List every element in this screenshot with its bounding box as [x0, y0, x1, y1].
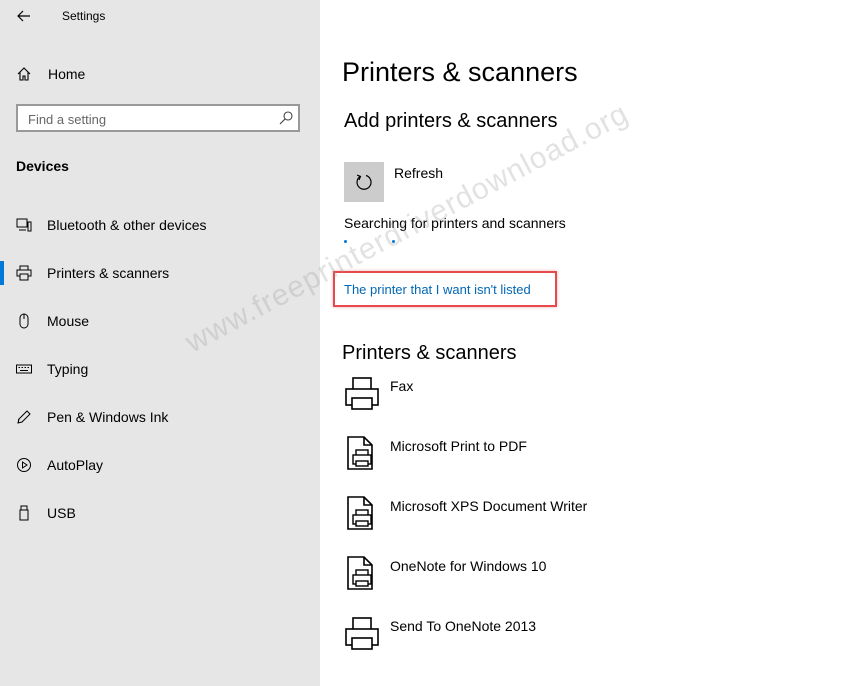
- device-name: Microsoft Print to PDF: [390, 438, 527, 454]
- title-bar: Settings: [0, 0, 320, 34]
- page-title: Printers & scanners: [342, 57, 578, 87]
- keyboard-icon: [16, 364, 32, 374]
- sidebar-item-label: Bluetooth & other devices: [47, 217, 207, 233]
- progress-dot: [344, 240, 347, 243]
- add-section-title: Add printers & scanners: [344, 110, 558, 132]
- file-printer-icon: [347, 436, 373, 470]
- device-name: OneNote for Windows 10: [390, 558, 547, 574]
- device-item[interactable]: Fax: [342, 376, 762, 424]
- back-arrow-icon: [17, 10, 30, 22]
- sidebar: Settings Home Devices Bluetooth & other …: [0, 0, 320, 686]
- searching-status: Searching for printers and scanners: [344, 215, 566, 231]
- search-icon[interactable]: [278, 110, 294, 126]
- refresh-label[interactable]: Refresh: [394, 165, 443, 181]
- usb-icon: [19, 505, 29, 521]
- sidebar-item-printers[interactable]: Printers & scanners: [0, 253, 320, 293]
- device-name: Fax: [390, 378, 414, 394]
- sidebar-item-label: AutoPlay: [47, 457, 104, 473]
- file-printer-icon: [347, 556, 373, 590]
- printer-icon: [345, 377, 379, 410]
- section-title: Devices: [16, 158, 69, 174]
- sidebar-item-label: USB: [47, 505, 76, 521]
- file-printer-icon: [347, 496, 373, 530]
- active-indicator: [0, 261, 4, 285]
- sidebar-item-autoplay[interactable]: AutoPlay: [0, 445, 320, 485]
- refresh-icon: [356, 174, 372, 190]
- main-content: Printers & scanners Add printers & scann…: [320, 0, 849, 686]
- device-item[interactable]: OneNote for Windows 10: [342, 556, 762, 604]
- device-item[interactable]: Microsoft Print to PDF: [342, 436, 762, 484]
- device-name: Microsoft XPS Document Writer: [390, 498, 588, 514]
- printer-icon: [16, 265, 32, 281]
- sidebar-item-mouse[interactable]: Mouse: [0, 301, 320, 341]
- sidebar-item-typing[interactable]: Typing: [0, 349, 320, 389]
- sidebar-item-label: Typing: [47, 361, 89, 377]
- sidebar-item-pen[interactable]: Pen & Windows Ink: [0, 397, 320, 437]
- printers-list-title: Printers & scanners: [342, 342, 517, 364]
- bluetooth-devices-icon: [16, 218, 32, 232]
- device-item[interactable]: Send To OneNote 2013: [342, 616, 762, 664]
- search-input[interactable]: [26, 109, 270, 129]
- home-icon: [17, 67, 31, 81]
- refresh-button[interactable]: [344, 162, 384, 202]
- home-button[interactable]: Home: [0, 58, 320, 90]
- sidebar-item-usb[interactable]: USB: [0, 493, 320, 533]
- sidebar-item-label: Mouse: [47, 313, 90, 329]
- device-name: Send To OneNote 2013: [390, 618, 537, 634]
- device-item[interactable]: Microsoft XPS Document Writer: [342, 496, 762, 544]
- printer-icon: [345, 617, 379, 650]
- app-title: Settings: [62, 9, 106, 23]
- autoplay-icon: [17, 458, 31, 472]
- mouse-icon: [19, 313, 29, 329]
- pen-icon: [17, 410, 31, 424]
- sidebar-item-label: Pen & Windows Ink: [47, 409, 169, 425]
- progress-dot: [392, 240, 395, 243]
- home-label: Home: [48, 66, 86, 82]
- back-button[interactable]: [10, 4, 38, 28]
- sidebar-item-bluetooth[interactable]: Bluetooth & other devices: [0, 205, 320, 245]
- sidebar-item-label: Printers & scanners: [47, 265, 170, 281]
- search-box[interactable]: [16, 104, 300, 132]
- printer-not-listed-link[interactable]: The printer that I want isn't listed: [344, 282, 531, 297]
